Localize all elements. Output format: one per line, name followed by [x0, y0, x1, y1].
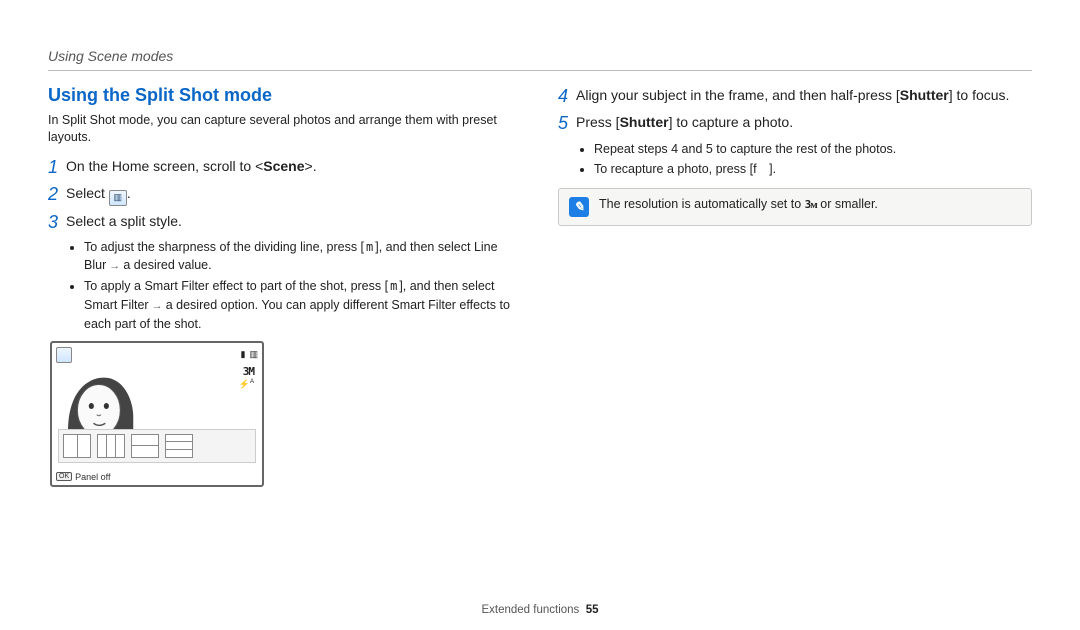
camera-bottom-bar: OK Panel off [56, 472, 111, 482]
right-column: 4 Align your subject in the frame, and t… [558, 85, 1032, 487]
step-number: 5 [558, 112, 576, 135]
resolution-note: ✎ The resolution is automatically set to… [558, 188, 1032, 226]
right-steps: 4 Align your subject in the frame, and t… [558, 85, 1032, 136]
left-bullets: To adjust the sharpness of the dividing … [84, 238, 522, 333]
status-indicators: ▮ ▥ [241, 349, 258, 360]
resolution-indicator: 3M [243, 365, 254, 379]
bullet-repeat: Repeat steps 4 and 5 to capture the rest… [594, 140, 1032, 158]
left-column: Using the Split Shot mode In Split Shot … [48, 85, 522, 487]
page: Using Scene modes Using the Split Shot m… [0, 0, 1080, 630]
mode-badge-icon [56, 347, 72, 363]
bullet-smart-filter: To apply a Smart Filter effect to part o… [84, 277, 522, 332]
arrow-icon [106, 258, 123, 272]
section-title: Using the Split Shot mode [48, 85, 522, 106]
step-text: Select a split style. [66, 211, 182, 232]
step-text: Align your subject in the frame, and the… [576, 85, 1009, 106]
step-number: 2 [48, 183, 66, 206]
page-footer: Extended functions 55 [0, 604, 1080, 616]
layout-option-2col[interactable] [63, 434, 91, 458]
step-4: 4 Align your subject in the frame, and t… [558, 85, 1032, 108]
ok-button-icon: OK [56, 472, 72, 481]
camera-screenshot: ▮ ▥ 3M ⚡A [50, 341, 264, 487]
camera-right-indicators: 3M ⚡A [239, 365, 254, 391]
step-3: 3 Select a split style. [48, 211, 522, 234]
resolution-glyph: 3ᴍ [805, 198, 817, 211]
battery-icon: ▥ [249, 349, 258, 360]
footer-section: Extended functions [481, 604, 579, 616]
note-icon: ✎ [569, 197, 589, 217]
bullet-recapture: To recapture a photo, press [f ]. [594, 160, 1032, 178]
step-number: 4 [558, 85, 576, 108]
step-1: 1 On the Home screen, scroll to <Scene>. [48, 156, 522, 179]
step-text: Select ▥. [66, 183, 131, 206]
camera-top-bar: ▮ ▥ [56, 347, 258, 363]
running-header: Using Scene modes [48, 48, 1032, 64]
columns: Using the Split Shot mode In Split Shot … [48, 85, 1032, 487]
page-number: 55 [586, 604, 599, 616]
panel-off-label: Panel off [75, 472, 110, 482]
step-text: Press [Shutter] to capture a photo. [576, 112, 793, 133]
step-text: On the Home screen, scroll to <Scene>. [66, 156, 317, 177]
layout-option-2row[interactable] [131, 434, 159, 458]
layout-option-3col[interactable] [97, 434, 125, 458]
split-shot-mode-icon: ▥ [109, 190, 127, 206]
step-number: 3 [48, 211, 66, 234]
step-number: 1 [48, 156, 66, 179]
arrow-icon [149, 298, 166, 312]
split-layout-picker [58, 429, 256, 463]
layout-option-3row[interactable] [165, 434, 193, 458]
step-5: 5 Press [Shutter] to capture a photo. [558, 112, 1032, 135]
menu-button-glyph: m [388, 278, 399, 295]
bullet-line-blur: To adjust the sharpness of the dividing … [84, 238, 522, 275]
flash-indicator: ⚡A [239, 379, 254, 391]
right-bullets: Repeat steps 4 and 5 to capture the rest… [594, 140, 1032, 178]
menu-button-glyph: m [364, 239, 375, 256]
header-rule [48, 70, 1032, 71]
intro-text: In Split Shot mode, you can capture seve… [48, 112, 522, 146]
left-steps: 1 On the Home screen, scroll to <Scene>.… [48, 156, 522, 234]
note-text: The resolution is automatically set to 3… [599, 197, 878, 211]
card-icon: ▮ [241, 349, 246, 360]
step-2: 2 Select ▥. [48, 183, 522, 206]
